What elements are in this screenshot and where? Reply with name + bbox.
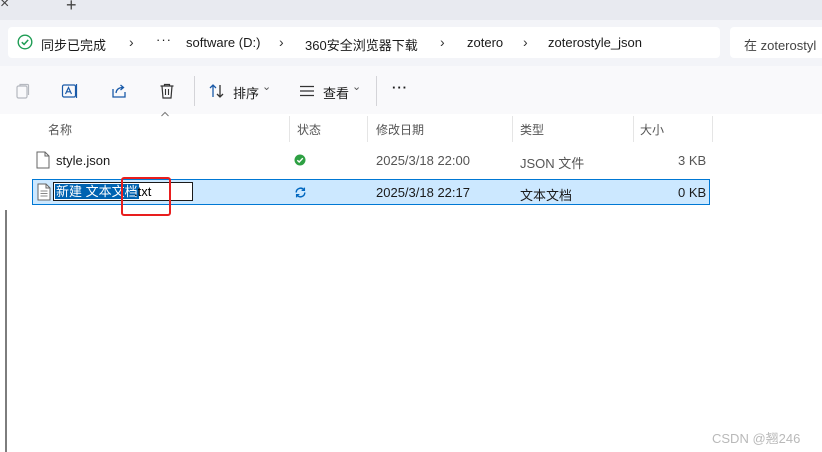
- breadcrumb-more[interactable]: ···: [156, 32, 172, 47]
- share-icon[interactable]: [110, 82, 128, 100]
- file-type: 文本文档: [520, 188, 573, 203]
- search-placeholder: 在 zoterostyl: [744, 38, 817, 53]
- sort-ascending-caret-icon: [161, 111, 169, 117]
- syncing-icon: [295, 187, 306, 198]
- file-modified: 2025/3/18 22:17: [376, 185, 470, 200]
- view-chevron-down-icon[interactable]: ⌄: [352, 80, 361, 93]
- sort-chevron-down-icon[interactable]: ⌄: [262, 80, 271, 93]
- breadcrumb-separator[interactable]: ›: [279, 34, 284, 50]
- column-header-size[interactable]: 大小: [640, 121, 664, 138]
- breadcrumb-drive[interactable]: software (D:): [186, 35, 260, 50]
- json-file-icon: [36, 151, 50, 169]
- column-header-status[interactable]: 状态: [297, 121, 321, 138]
- breadcrumb-download-folder[interactable]: 360安全浏览器下载: [305, 35, 418, 54]
- search-input[interactable]: 在 zoterostyl: [730, 27, 822, 58]
- file-size: 0 KB: [678, 185, 707, 200]
- column-divider[interactable]: [289, 116, 290, 142]
- column-divider[interactable]: [367, 116, 368, 142]
- breadcrumb-separator[interactable]: ›: [129, 34, 134, 50]
- highlight-annotation-box: [121, 177, 171, 216]
- address-zone: 同步已完成 › ··· software (D:) › 360安全浏览器下载 ›…: [0, 20, 822, 66]
- breadcrumb-separator[interactable]: ›: [523, 34, 528, 50]
- column-divider[interactable]: [512, 116, 513, 142]
- breadcrumb-separator[interactable]: ›: [440, 34, 445, 50]
- toolbar-divider: [376, 76, 377, 106]
- rename-icon[interactable]: [61, 82, 79, 100]
- tab-strip: × +: [0, 0, 822, 20]
- sync-status-text[interactable]: 同步已完成: [41, 35, 106, 54]
- new-tab-button[interactable]: +: [66, 0, 77, 16]
- file-modified: 2025/3/18 22:00: [376, 153, 470, 168]
- tab-close-button[interactable]: ×: [0, 0, 9, 13]
- column-header-name[interactable]: 名称: [48, 121, 72, 138]
- sort-button[interactable]: 排序: [233, 83, 259, 102]
- file-type: JSON 文件: [520, 156, 585, 171]
- more-options-button[interactable]: ···: [392, 80, 408, 95]
- column-header-modified[interactable]: 修改日期: [376, 121, 424, 138]
- synced-check-icon: [294, 154, 306, 166]
- column-header-type[interactable]: 类型: [520, 121, 544, 138]
- toolbar-divider: [194, 76, 195, 106]
- column-divider[interactable]: [712, 116, 713, 142]
- sort-icon[interactable]: [208, 82, 226, 100]
- breadcrumb-current-folder[interactable]: zoterostyle_json: [548, 35, 642, 50]
- watermark: CSDN @翘246: [712, 431, 801, 446]
- text-file-icon: [37, 183, 51, 201]
- sync-complete-icon: [17, 34, 33, 50]
- address-bar[interactable]: 同步已完成 › ··· software (D:) › 360安全浏览器下载 ›…: [8, 27, 720, 58]
- pane-divider: [5, 210, 7, 452]
- file-name[interactable]: style.json: [56, 153, 110, 168]
- command-bar: 排序 ⌄ 查看 ⌄ ···: [0, 66, 822, 114]
- breadcrumb-zotero[interactable]: zotero: [467, 35, 503, 50]
- file-list-pane: 名称 状态 修改日期 类型 大小 style.json 2025/3/18 22…: [0, 111, 822, 452]
- column-divider[interactable]: [633, 116, 634, 142]
- view-button[interactable]: 查看: [323, 83, 349, 102]
- view-icon[interactable]: [298, 82, 316, 100]
- copy-icon[interactable]: [14, 82, 32, 100]
- delete-icon[interactable]: [158, 82, 176, 100]
- file-size: 3 KB: [678, 153, 707, 168]
- file-row[interactable]: style.json 2025/3/18 22:00 JSON 文件 3 KB: [32, 148, 710, 174]
